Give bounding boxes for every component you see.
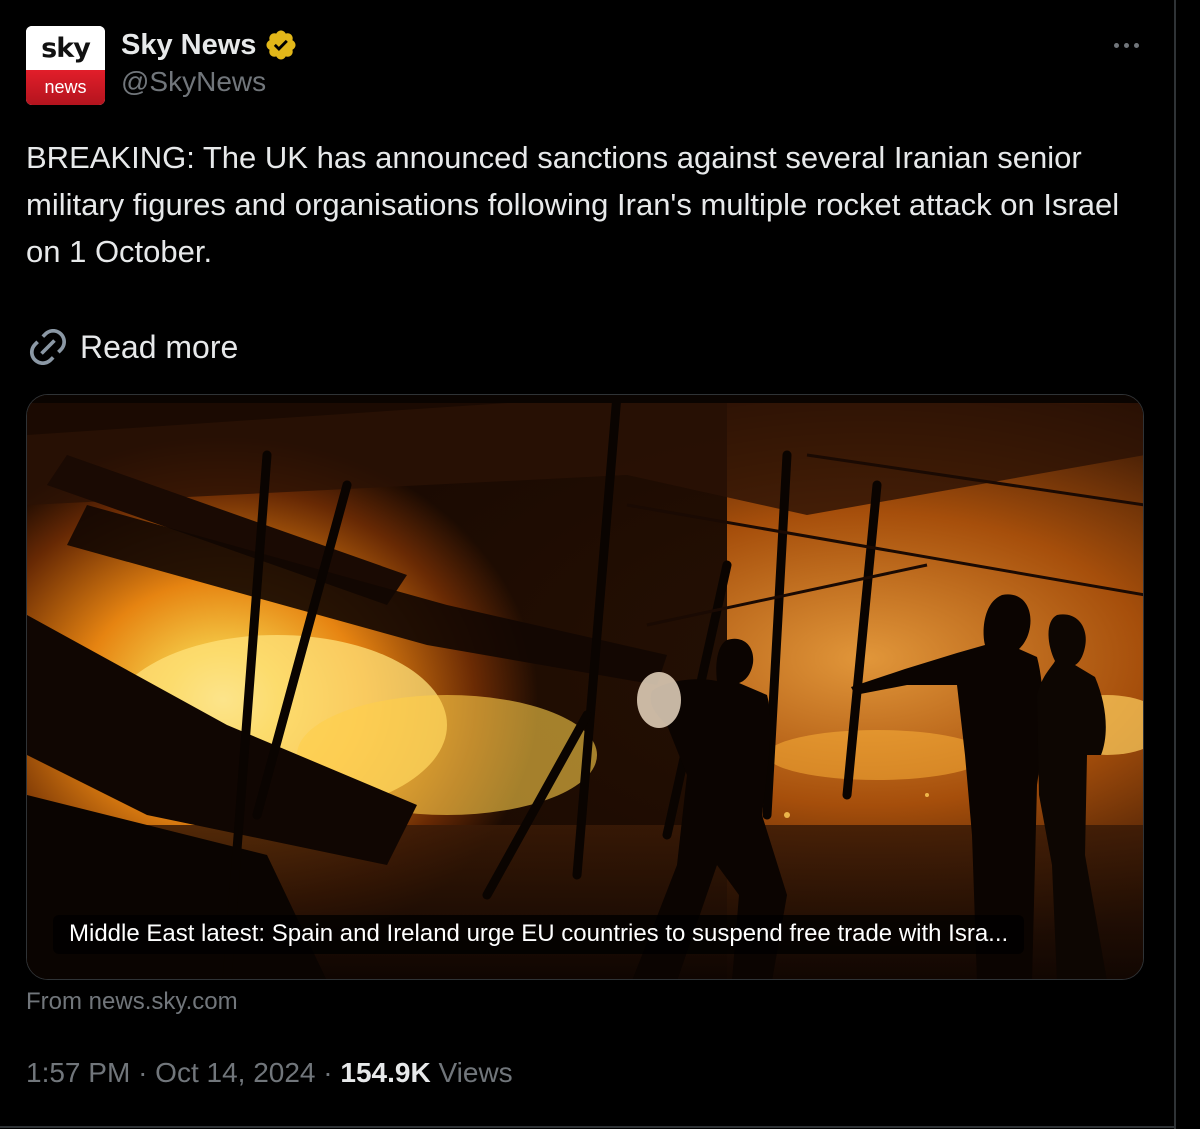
author-name-row: Sky News [121,26,298,64]
display-name[interactable]: Sky News [121,29,256,62]
link-icon [29,328,67,366]
views-count[interactable]: 154.9K [340,1057,430,1089]
author-handle[interactable]: @SkyNews [121,66,266,98]
meta-separator: · [323,1057,333,1088]
tweet-meta: 1:57 PM · Oct 14, 2024 · 154.9K Views [26,1053,513,1093]
timeline-right-border [1174,0,1176,1129]
read-more-label: Read more [80,328,239,365]
link-source[interactable]: From news.sky.com [26,988,238,1016]
dot [1113,42,1119,48]
avatar-logo-subtext: news [26,70,105,105]
more-dots-icon[interactable] [1108,30,1144,60]
link-card-title: Middle East latest: Spain and Ireland ur… [53,915,1025,954]
link-preview-card[interactable]: Middle East latest: Spain and Ireland ur… [26,394,1144,980]
dot [1123,42,1129,48]
avatar[interactable]: sky news [26,26,105,105]
fire-scene-photo [27,395,1143,979]
views-label: Views [438,1057,513,1088]
meta-separator: · [138,1057,148,1088]
tweet-text: BREAKING: The UK has announced sanctions… [26,140,1120,269]
tweet-date[interactable]: Oct 14, 2024 [155,1057,315,1089]
tweet-time[interactable]: 1:57 PM [26,1057,130,1089]
verified-badge-icon[interactable] [264,28,298,62]
dot [1133,42,1139,48]
tweet-bottom-divider [0,1126,1176,1128]
read-more-link[interactable]: Read more [26,322,238,372]
avatar-logo-text: sky [26,26,105,70]
